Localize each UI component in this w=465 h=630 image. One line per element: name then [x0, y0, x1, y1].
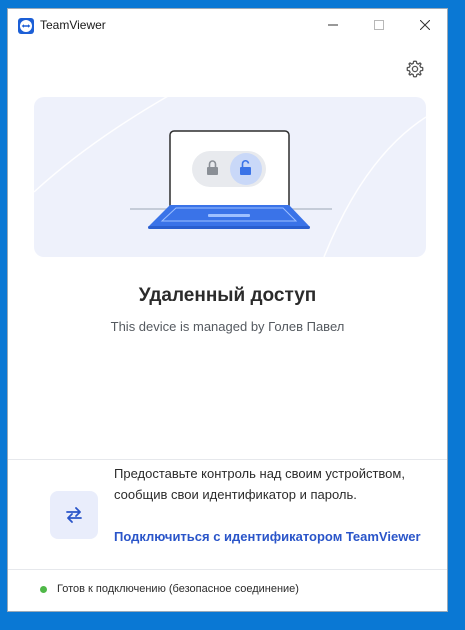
swap-arrows-icon — [66, 507, 82, 523]
settings-button[interactable] — [404, 58, 426, 80]
status-indicator — [40, 585, 47, 593]
gear-icon — [406, 60, 424, 78]
page-title: Удаленный доступ — [138, 285, 317, 306]
close-icon — [420, 20, 430, 30]
connect-description: Предоставьте контроль над своим устройст… — [114, 466, 405, 502]
divider — [8, 569, 447, 570]
minimize-button[interactable] — [310, 9, 356, 41]
teamviewer-logo-icon — [18, 18, 34, 34]
close-button[interactable] — [402, 9, 447, 41]
minimize-icon — [328, 24, 338, 26]
maximize-icon — [374, 20, 384, 30]
status-text: Готов к подключению (безопасное соединен… — [57, 583, 299, 595]
connect-with-id-link[interactable]: Подключиться с идентификатором TeamViewe… — [114, 526, 424, 547]
status-bar: Готов к подключению (безопасное соединен… — [40, 583, 299, 595]
titlebar[interactable]: TeamViewer — [8, 9, 447, 41]
managed-by-text: This device is managed by Голев Павел — [110, 319, 345, 334]
window-title: TeamViewer — [40, 18, 106, 32]
teamviewer-window: TeamViewer Удаленный доступ This device … — [7, 8, 448, 612]
connect-tile — [50, 491, 98, 539]
maximize-button[interactable] — [356, 9, 402, 41]
divider — [8, 459, 447, 460]
remote-access-illustration — [34, 97, 426, 257]
